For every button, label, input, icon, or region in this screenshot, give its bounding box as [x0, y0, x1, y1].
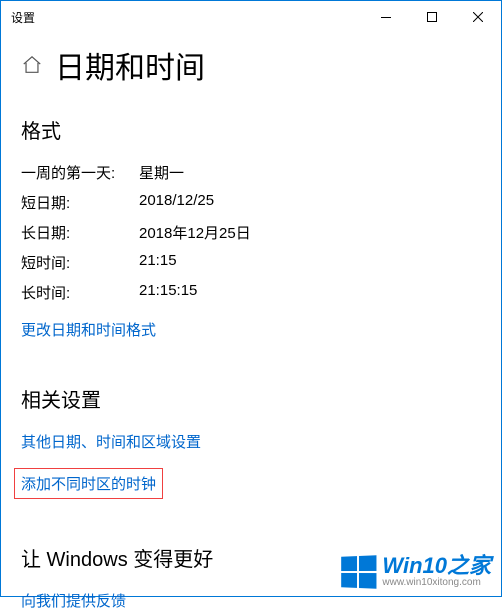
window-title: 设置: [11, 9, 363, 26]
page-header: 日期和时间: [21, 43, 481, 87]
format-label: 一周的第一天:: [21, 162, 139, 183]
format-row: 短时间: 21:15: [21, 252, 481, 273]
change-format-link[interactable]: 更改日期和时间格式: [21, 319, 156, 340]
page-title: 日期和时间: [55, 43, 205, 87]
format-value: 2018年12月25日: [139, 222, 481, 243]
format-table: 一周的第一天: 星期一 短日期: 2018/12/25 长日期: 2018年12…: [21, 162, 481, 303]
window-controls: [363, 1, 501, 33]
maximize-button[interactable]: [409, 1, 455, 33]
format-row: 一周的第一天: 星期一: [21, 162, 481, 183]
watermark-sub: www.win10xitong.com: [382, 577, 491, 588]
other-region-link[interactable]: 其他日期、时间和区域设置: [21, 431, 201, 452]
content-area: 日期和时间 格式 一周的第一天: 星期一 短日期: 2018/12/25 长日期…: [1, 33, 501, 611]
format-label: 长日期:: [21, 222, 139, 243]
format-value: 2018/12/25: [139, 192, 481, 213]
format-section-title: 格式: [21, 115, 481, 144]
titlebar: 设置: [1, 1, 501, 33]
minimize-button[interactable]: [363, 1, 409, 33]
format-row: 长时间: 21:15:15: [21, 282, 481, 303]
format-value: 星期一: [139, 162, 481, 183]
format-value: 21:15: [139, 252, 481, 273]
close-button[interactable]: [455, 1, 501, 33]
add-clocks-link[interactable]: 添加不同时区的时钟: [21, 473, 156, 494]
format-label: 短时间:: [21, 252, 139, 273]
related-section-title: 相关设置: [21, 384, 481, 413]
watermark: Win10之家 www.win10xitong.com: [340, 555, 491, 588]
format-label: 长时间:: [21, 282, 139, 303]
format-label: 短日期:: [21, 192, 139, 213]
feedback-link[interactable]: 向我们提供反馈: [21, 590, 126, 611]
add-clocks-highlight: 添加不同时区的时钟: [14, 468, 163, 499]
home-icon[interactable]: [21, 54, 43, 76]
watermark-main: Win10之家: [382, 555, 491, 577]
format-row: 短日期: 2018/12/25: [21, 192, 481, 213]
format-value: 21:15:15: [139, 282, 481, 303]
format-row: 长日期: 2018年12月25日: [21, 222, 481, 243]
windows-logo-icon: [342, 555, 377, 589]
watermark-text: Win10之家 www.win10xitong.com: [382, 555, 491, 588]
